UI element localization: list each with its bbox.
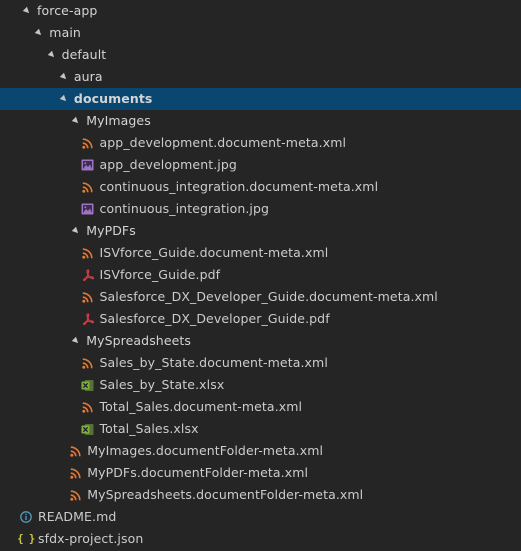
tree-item-label: ISVforce_Guide.document-meta.xml [99,245,329,260]
tree-folder[interactable]: force-app [0,0,521,22]
chevron-down-icon[interactable] [47,50,56,60]
pdf-icon [81,268,95,282]
tree-file[interactable]: app_development.jpg [0,154,521,176]
rss-icon [81,400,95,414]
rss-icon [68,466,82,480]
tree-item-label: main [49,25,81,40]
chevron-down-icon[interactable] [71,336,81,346]
excel-icon [81,422,95,436]
tree-item-label: force-app [37,3,98,18]
tree-folder[interactable]: MyPDFs [0,220,521,242]
tree-file[interactable]: MyPDFs.documentFolder-meta.xml [0,462,521,484]
pdf-icon [81,312,95,326]
tree-item-label: MyImages [86,113,151,128]
image-icon [81,202,95,216]
tree-item-label: app_development.document-meta.xml [99,135,347,150]
tree-item-label: Sales_by_State.document-meta.xml [99,355,328,370]
tree-folder[interactable]: documents [0,88,521,110]
rss-icon [81,356,95,370]
rss-icon [81,136,95,150]
info-icon [19,510,33,524]
tree-item-label: README.md [38,509,117,524]
tree-item-label: sfdx-project.json [38,531,144,546]
chevron-down-icon[interactable] [22,6,32,16]
tree-item-label: Salesforce_DX_Developer_Guide.pdf [99,311,330,326]
tree-item-label: MySpreadsheets [86,333,192,348]
tree-item-label: MyPDFs [86,223,136,238]
tree-folder[interactable]: default [0,44,521,66]
tree-file[interactable]: MyImages.documentFolder-meta.xml [0,440,521,462]
image-icon [81,158,95,172]
tree-item-label: documents [73,91,153,106]
rss-icon [81,246,95,260]
tree-folder[interactable]: aura [0,66,521,88]
tree-folder[interactable]: MySpreadsheets [0,330,521,352]
tree-file[interactable]: Total_Sales.xlsx [0,418,521,440]
tree-item-label: MySpreadsheets.documentFolder-meta.xml [87,487,364,502]
chevron-down-icon[interactable] [59,94,69,104]
tree-item-label: Total_Sales.xlsx [99,421,199,436]
tree-item-label: MyPDFs.documentFolder-meta.xml [87,465,309,480]
tree-item-label: continuous_integration.jpg [99,201,270,216]
file-explorer-tree: force-app main default aura documents MyImage… [0,0,521,551]
chevron-down-icon[interactable] [71,226,81,236]
excel-icon [81,378,95,392]
tree-item-label: Total_Sales.document-meta.xml [99,399,303,414]
tree-file[interactable]: Total_Sales.document-meta.xml [0,396,521,418]
tree-file[interactable]: MySpreadsheets.documentFolder-meta.xml [0,484,521,506]
tree-item-label: Salesforce_DX_Developer_Guide.document-m… [99,289,438,304]
tree-item-label: default [61,47,107,62]
tree-file[interactable]: continuous_integration.document-meta.xml [0,176,521,198]
chevron-down-icon[interactable] [71,116,81,126]
tree-file[interactable]: ISVforce_Guide.pdf [0,264,521,286]
rss-icon [68,444,82,458]
tree-file[interactable]: Sales_by_State.document-meta.xml [0,352,521,374]
tree-file[interactable]: README.md [0,506,521,528]
chevron-down-icon[interactable] [35,28,44,38]
tree-file[interactable]: continuous_integration.jpg [0,198,521,220]
json-icon: { } [17,533,35,545]
tree-item-label: continuous_integration.document-meta.xml [99,179,379,194]
tree-folder[interactable]: main [0,22,521,44]
tree-item-label: aura [73,69,103,84]
tree-item-label: ISVforce_Guide.pdf [99,267,221,282]
rss-icon [81,180,95,194]
tree-item-label: MyImages.documentFolder-meta.xml [87,443,324,458]
tree-file[interactable]: app_development.document-meta.xml [0,132,521,154]
tree-file[interactable]: { } sfdx-project.json [0,528,521,550]
rss-icon [68,488,82,502]
tree-item-label: Sales_by_State.xlsx [99,377,225,392]
tree-file[interactable]: Salesforce_DX_Developer_Guide.document-m… [0,286,521,308]
tree-item-label: app_development.jpg [99,157,237,172]
tree-folder[interactable]: MyImages [0,110,521,132]
rss-icon [81,290,95,304]
tree-file[interactable]: Sales_by_State.xlsx [0,374,521,396]
tree-file[interactable]: ISVforce_Guide.document-meta.xml [0,242,521,264]
tree-file[interactable]: Salesforce_DX_Developer_Guide.pdf [0,308,521,330]
chevron-down-icon[interactable] [59,72,69,82]
